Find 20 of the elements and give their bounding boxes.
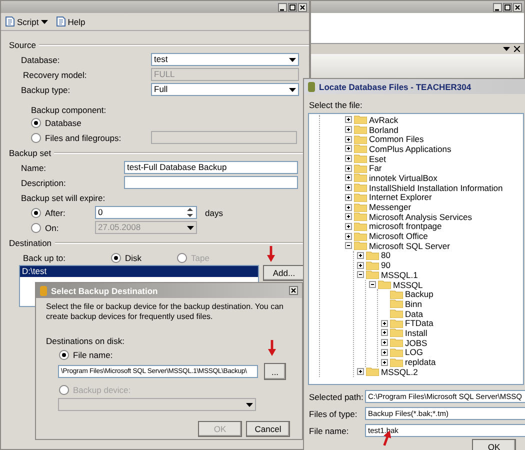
field-label: Select the file: [309,100,362,110]
field-label: Database: [21,54,61,64]
unit-label: days [205,208,223,218]
field-label: File name: [309,426,350,436]
field-label: Back up to: [23,252,67,262]
field-label: Destinations on disk: [46,336,124,346]
dialog-title: Locate Database Files - TEACHER304 [319,82,472,92]
field-label: Recovery model: [23,70,88,80]
group-title: Destination [9,238,52,248]
field-label: Backup component: [31,105,106,115]
field-label: Selected path: [309,392,364,402]
field-label: Description: [21,178,67,188]
field-label: Backup type: [21,84,72,94]
group-title: Backup set [9,148,52,158]
group-title: Source [9,40,36,50]
field-label: Name: [21,162,48,172]
dialog-description: Select the file or backup device for the backup destination. You can create backup devices for frequently used files. [45,301,284,322]
field-label: Backup set will expire: [21,192,106,202]
dialog-title: Select Backup Destination [51,286,158,296]
field-label: Files of type: [309,408,358,418]
